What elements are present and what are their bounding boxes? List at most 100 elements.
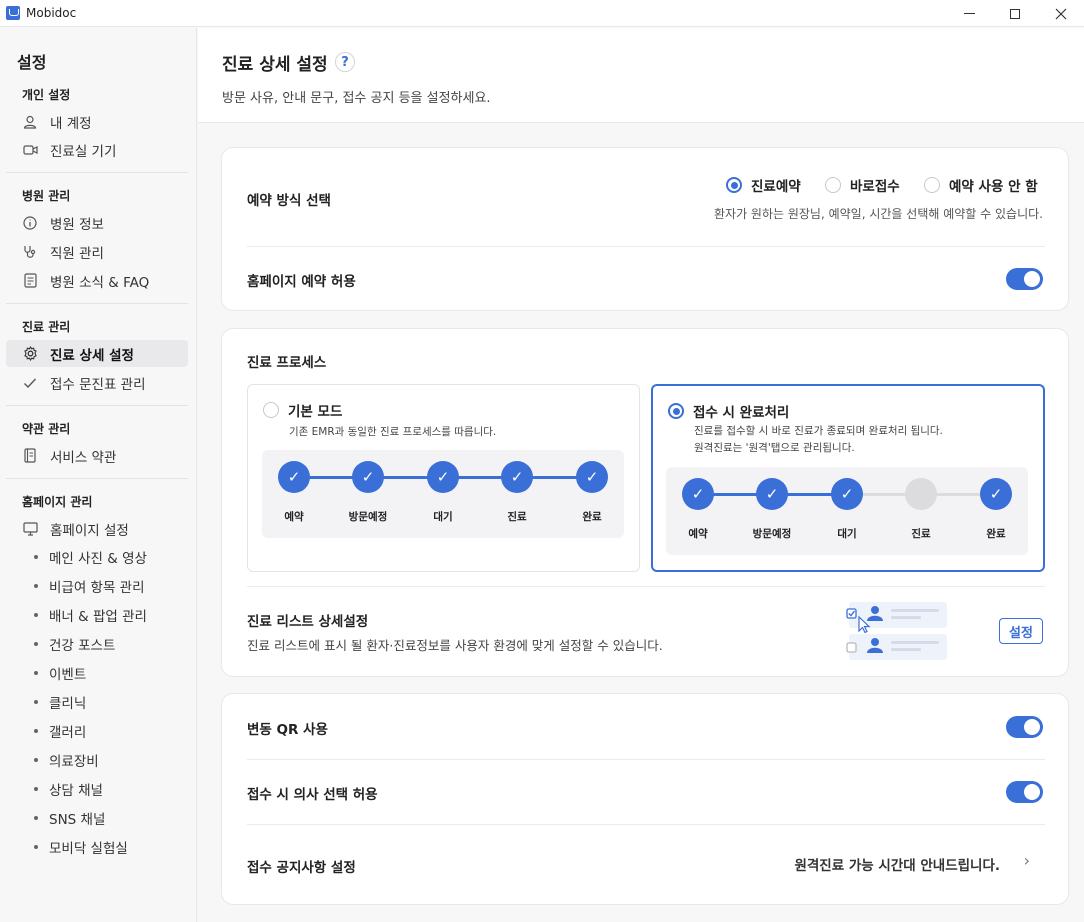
step-label: 방문예정 bbox=[348, 511, 388, 523]
sidebar-divider bbox=[6, 172, 188, 173]
main-content: 진료 상세 설정 ? 방문 사유, 안내 문구, 접수 공지 등을 설정하세요.… bbox=[198, 28, 1084, 922]
mode-title: 접수 시 완료처리 bbox=[668, 401, 789, 421]
camera-icon bbox=[22, 142, 38, 158]
app-logo-icon bbox=[6, 6, 20, 20]
monitor-icon bbox=[22, 521, 38, 537]
title-bar: Mobidoc bbox=[0, 0, 1084, 27]
mode-description: 진료를 접수할 시 바로 진료가 종료되며 완료처리 됩니다. bbox=[694, 425, 943, 437]
sidebar-subitem-clinic[interactable]: 클리닉 bbox=[34, 690, 86, 714]
sidebar: 설정 개인 설정 내 계정 진료실 기기 병원 관리 병원 정보 직원 관리 병… bbox=[0, 28, 197, 922]
sidebar-subitem-equipment[interactable]: 의료장비 bbox=[34, 748, 99, 772]
doctor-selection-toggle[interactable] bbox=[1006, 781, 1043, 803]
sidebar-subitem-banner-popup[interactable]: 배너 & 팝업 관리 bbox=[34, 603, 147, 627]
step-label: 진료 bbox=[911, 528, 931, 540]
sidebar-item-staff[interactable]: 직원 관리 bbox=[6, 238, 188, 265]
sidebar-item-label: 병원 소식 & FAQ bbox=[50, 274, 150, 291]
options-card: 변동 QR 사용 접수 시 의사 선택 허용 접수 공지사항 설정 원격진료 가… bbox=[221, 693, 1069, 905]
sidebar-subitem-consult-channel[interactable]: 상담 채널 bbox=[34, 777, 103, 801]
radio-option-label: 진료예약 bbox=[751, 179, 801, 195]
sidebar-item-news-faq[interactable]: 병원 소식 & FAQ bbox=[6, 267, 188, 294]
step-done-icon: ✓ bbox=[576, 461, 608, 493]
sidebar-subitem-health-post[interactable]: 건강 포스트 bbox=[34, 632, 115, 656]
step-label: 완료 bbox=[582, 511, 602, 523]
process-steps: ✓ ✓ ✓ ✓ ✓ 예약 방문예정 대기 진료 완료 bbox=[262, 450, 624, 538]
sidebar-divider bbox=[6, 405, 188, 406]
step-label: 진료 bbox=[507, 511, 527, 523]
sidebar-group-clinic: 진료 관리 bbox=[22, 320, 71, 334]
radio-button[interactable] bbox=[825, 177, 841, 193]
radio-button-selected[interactable] bbox=[726, 177, 742, 193]
sidebar-item-devices[interactable]: 진료실 기기 bbox=[6, 136, 188, 163]
step-label: 방문예정 bbox=[752, 528, 792, 540]
sidebar-subitem-non-covered[interactable]: 비급여 항목 관리 bbox=[34, 574, 145, 598]
minimize-button[interactable] bbox=[946, 0, 992, 27]
check-icon bbox=[22, 375, 38, 391]
divider bbox=[247, 824, 1045, 825]
app-title: Mobidoc bbox=[26, 6, 77, 20]
process-label: 진료 프로세스 bbox=[247, 355, 327, 371]
step-done-icon: ✓ bbox=[831, 478, 863, 510]
reception-notice-value[interactable]: 원격진료 가능 시간대 안내드립니다. bbox=[794, 854, 1000, 874]
dynamic-qr-label: 변동 QR 사용 bbox=[247, 722, 328, 738]
list-settings-title: 진료 리스트 상세설정 bbox=[247, 614, 369, 630]
step-label: 예약 bbox=[688, 528, 708, 540]
minimize-icon bbox=[963, 13, 975, 14]
doctor-selection-label: 접수 시 의사 선택 허용 bbox=[247, 787, 378, 803]
mode-title-label: 기본 모드 bbox=[288, 404, 343, 420]
sidebar-subitem-event[interactable]: 이벤트 bbox=[34, 661, 86, 685]
sidebar-subitem-sns-channel[interactable]: SNS 채널 bbox=[34, 806, 105, 830]
sidebar-subitem-main-photo[interactable]: 메인 사진 & 영상 bbox=[34, 545, 147, 569]
sidebar-group-homepage: 홈페이지 관리 bbox=[22, 495, 93, 509]
homepage-reservation-label: 홈페이지 예약 허용 bbox=[247, 274, 356, 290]
radio-button[interactable] bbox=[263, 402, 279, 418]
reservation-helper-text: 환자가 원하는 원장님, 예약일, 시간을 선택해 예약할 수 있습니다. bbox=[713, 207, 1043, 221]
homepage-reservation-toggle[interactable] bbox=[1006, 268, 1043, 290]
reception-notice-label: 접수 공지사항 설정 bbox=[247, 860, 356, 876]
reservation-card: 예약 방식 선택 진료예약 바로접수 예약 사용 안 함 환자가 원하는 원장님… bbox=[221, 147, 1069, 311]
mode-basic-option[interactable]: 기본 모드 기존 EMR과 동일한 진료 프로세스를 따릅니다. ✓ ✓ ✓ ✓… bbox=[247, 384, 640, 572]
sidebar-item-clinic-detail-settings[interactable]: 진료 상세 설정 bbox=[6, 340, 188, 367]
maximize-button[interactable] bbox=[992, 0, 1038, 27]
sidebar-item-questionnaire[interactable]: 접수 문진표 관리 bbox=[6, 369, 188, 396]
step-done-icon: ✓ bbox=[501, 461, 533, 493]
close-button[interactable] bbox=[1038, 0, 1084, 27]
dynamic-qr-toggle[interactable] bbox=[1006, 716, 1043, 738]
list-settings-illustration bbox=[839, 601, 949, 663]
radio-option-label: 바로접수 bbox=[850, 179, 900, 195]
page-header: 진료 상세 설정 ? 방문 사유, 안내 문구, 접수 공지 등을 설정하세요. bbox=[198, 28, 1084, 123]
step-label: 대기 bbox=[837, 528, 857, 540]
step-label: 완료 bbox=[986, 528, 1006, 540]
sidebar-item-label: 접수 문진표 관리 bbox=[50, 376, 146, 393]
process-steps: ✓ ✓ ✓ ✓ 예약 방문예정 대기 진료 완료 bbox=[666, 467, 1028, 555]
divider bbox=[247, 586, 1045, 587]
sidebar-item-hospital-info[interactable]: 병원 정보 bbox=[6, 209, 188, 236]
help-icon[interactable]: ? bbox=[335, 52, 355, 72]
radio-button[interactable] bbox=[924, 177, 940, 193]
gear-icon bbox=[22, 346, 38, 362]
step-skipped-icon bbox=[905, 478, 937, 510]
sidebar-item-homepage-settings[interactable]: 홈페이지 설정 bbox=[6, 515, 188, 542]
list-settings-button[interactable]: 설정 bbox=[999, 618, 1043, 644]
radio-option-no-reservation[interactable]: 예약 사용 안 함 bbox=[924, 175, 1038, 195]
radio-button-selected[interactable] bbox=[668, 403, 684, 419]
sidebar-item-service-terms[interactable]: 서비스 약관 bbox=[6, 442, 188, 469]
page-description: 방문 사유, 안내 문구, 접수 공지 등을 설정하세요. bbox=[222, 91, 491, 106]
document-icon bbox=[22, 273, 38, 289]
radio-option-appointment[interactable]: 진료예약 bbox=[726, 175, 801, 195]
mode-complete-on-reception-option[interactable]: 접수 시 완료처리 진료를 접수할 시 바로 진료가 종료되며 완료처리 됩니다… bbox=[651, 384, 1045, 572]
sidebar-item-label: 진료실 기기 bbox=[50, 143, 117, 160]
patient-list-illustration-icon bbox=[846, 602, 947, 660]
mode-description: 기존 EMR과 동일한 진료 프로세스를 따릅니다. bbox=[289, 426, 497, 438]
sidebar-subitem-gallery[interactable]: 갤러리 bbox=[34, 719, 86, 743]
step-label: 대기 bbox=[433, 511, 453, 523]
mode-title: 기본 모드 bbox=[263, 400, 342, 420]
sidebar-subitem-lab[interactable]: 모비닥 실험실 bbox=[34, 835, 128, 859]
step-label: 예약 bbox=[284, 511, 304, 523]
step-done-icon: ✓ bbox=[278, 461, 310, 493]
sidebar-group-terms: 약관 관리 bbox=[22, 422, 71, 436]
radio-option-label: 예약 사용 안 함 bbox=[949, 179, 1038, 195]
chevron-right-icon[interactable]: › bbox=[1024, 851, 1030, 870]
sidebar-item-label: 홈페이지 설정 bbox=[50, 522, 129, 539]
radio-option-walk-in[interactable]: 바로접수 bbox=[825, 175, 900, 195]
sidebar-item-my-account[interactable]: 내 계정 bbox=[6, 108, 188, 135]
